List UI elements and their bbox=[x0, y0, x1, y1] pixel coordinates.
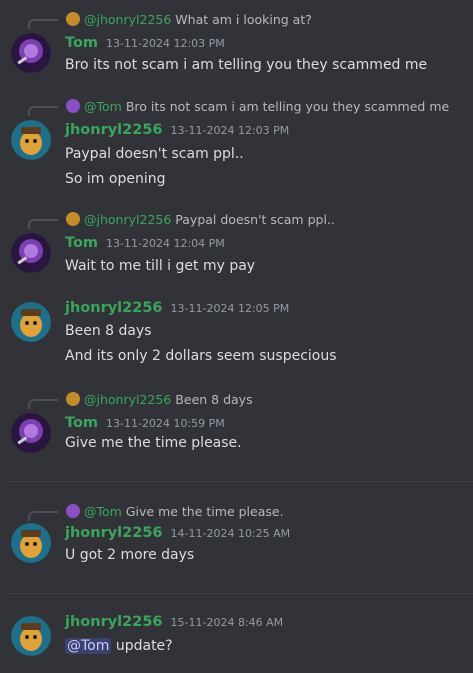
message-text: Been 8 days bbox=[65, 323, 152, 339]
avatar[interactable] bbox=[11, 413, 51, 453]
reply-connector bbox=[28, 106, 58, 116]
reply-avatar bbox=[66, 504, 80, 518]
username[interactable]: Tom bbox=[65, 35, 98, 51]
reply-avatar bbox=[66, 99, 80, 113]
message-text: So im opening bbox=[65, 171, 166, 187]
message-text: Bro its not scam i am telling you they s… bbox=[65, 57, 428, 73]
reply-text[interactable]: Give me the time please. bbox=[126, 504, 284, 519]
reply-preview[interactable]: @Tom Bro its not scam i am telling you t… bbox=[66, 97, 449, 115]
avatar[interactable] bbox=[11, 616, 51, 656]
reply-connector bbox=[28, 219, 58, 229]
reply-avatar bbox=[66, 12, 80, 26]
timestamp[interactable]: 14-11-2024 10:25 AM bbox=[171, 527, 291, 540]
reply-text[interactable]: What am i looking at? bbox=[175, 12, 312, 27]
reply-connector bbox=[28, 399, 58, 409]
avatar[interactable] bbox=[11, 120, 51, 160]
message-text: @Tom update? bbox=[65, 638, 173, 654]
reply-avatar bbox=[66, 392, 80, 406]
reply-avatar bbox=[66, 212, 80, 226]
message-text: Wait to me till i get my pay bbox=[65, 258, 256, 274]
username[interactable]: jhonryl2256 bbox=[65, 525, 163, 541]
timestamp[interactable]: 13-11-2024 10:59 PM bbox=[106, 417, 225, 430]
reply-author[interactable]: @jhonryl2256 bbox=[84, 12, 171, 27]
avatar[interactable] bbox=[11, 302, 51, 342]
username[interactable]: Tom bbox=[65, 235, 98, 251]
reply-author[interactable]: @jhonryl2256 bbox=[84, 212, 171, 227]
reply-text[interactable]: Paypal doesn't scam ppl.. bbox=[175, 212, 335, 227]
reply-author[interactable]: @jhonryl2256 bbox=[84, 392, 171, 407]
message-text: U got 2 more days bbox=[65, 547, 195, 563]
timestamp[interactable]: 13-11-2024 12:03 PM bbox=[171, 124, 290, 137]
reply-author[interactable]: @Tom bbox=[84, 504, 122, 519]
message-text: Paypal doesn't scam ppl.. bbox=[65, 146, 244, 162]
date-divider bbox=[8, 481, 473, 482]
reply-preview[interactable]: @Tom Give me the time please. bbox=[66, 502, 284, 520]
reply-preview[interactable]: @jhonryl2256 What am i looking at? bbox=[66, 10, 312, 28]
reply-preview[interactable]: @jhonryl2256 Been 8 days bbox=[66, 390, 253, 408]
username[interactable]: Tom bbox=[65, 415, 98, 431]
reply-connector bbox=[28, 19, 58, 29]
timestamp[interactable]: 13-11-2024 12:05 PM bbox=[171, 302, 290, 315]
avatar[interactable] bbox=[11, 523, 51, 563]
message-text-content: update? bbox=[115, 638, 173, 654]
reply-author[interactable]: @Tom bbox=[84, 99, 122, 114]
username[interactable]: jhonryl2256 bbox=[65, 300, 163, 316]
username[interactable]: jhonryl2256 bbox=[65, 614, 163, 630]
username[interactable]: jhonryl2256 bbox=[65, 122, 163, 138]
timestamp[interactable]: 13-11-2024 12:03 PM bbox=[106, 37, 225, 50]
reply-text[interactable]: Bro its not scam i am telling you they s… bbox=[126, 99, 449, 114]
reply-preview[interactable]: @jhonryl2256 Paypal doesn't scam ppl.. bbox=[66, 210, 335, 228]
message-text: And its only 2 dollars seem suspecious bbox=[65, 348, 337, 364]
message-text: Give me the time please. bbox=[65, 435, 242, 451]
avatar[interactable] bbox=[11, 233, 51, 273]
user-mention[interactable]: @Tom bbox=[65, 638, 112, 654]
reply-connector bbox=[28, 511, 58, 521]
reply-text[interactable]: Been 8 days bbox=[175, 392, 252, 407]
avatar[interactable] bbox=[11, 33, 51, 73]
timestamp[interactable]: 15-11-2024 8:46 AM bbox=[171, 616, 284, 629]
timestamp[interactable]: 13-11-2024 12:04 PM bbox=[106, 237, 225, 250]
date-divider bbox=[8, 593, 473, 594]
